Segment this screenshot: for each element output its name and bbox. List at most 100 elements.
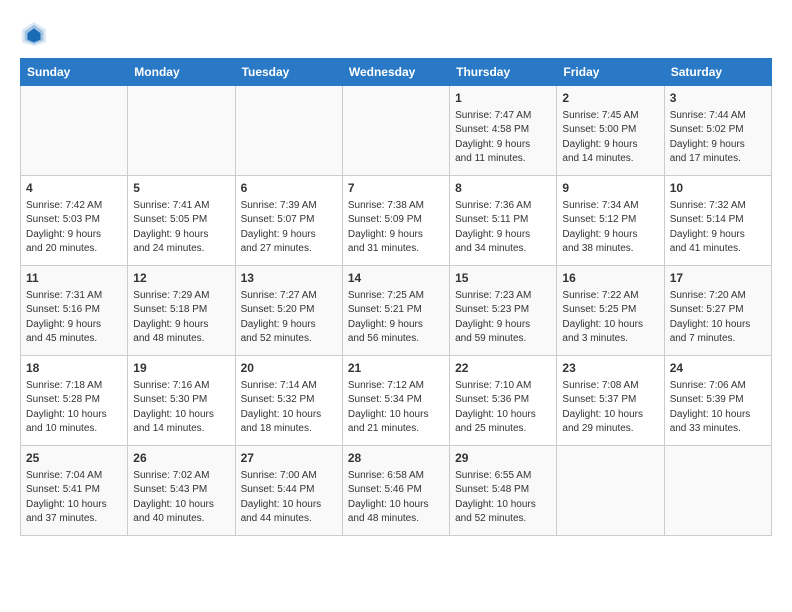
day-info: Sunrise: 7:41 AM Sunset: 5:05 PM Dayligh… <box>133 199 229 257</box>
day-number: 20 <box>241 360 337 377</box>
day-number: 9 <box>562 180 658 197</box>
day-info: Sunrise: 7:10 AM Sunset: 5:36 PM Dayligh… <box>455 379 551 437</box>
calendar-header: SundayMondayTuesdayWednesdayThursdayFrid… <box>21 59 772 86</box>
day-info: Sunrise: 7:31 AM Sunset: 5:16 PM Dayligh… <box>26 289 122 347</box>
logo <box>20 20 52 48</box>
calendar-cell: 9 Sunrise: 7:34 AM Sunset: 5:12 PM Daylig… <box>557 176 664 266</box>
calendar-cell: 23 Sunrise: 7:08 AM Sunset: 5:37 PM Dayli… <box>557 356 664 446</box>
day-number: 2 <box>562 90 658 107</box>
day-info: Sunrise: 7:27 AM Sunset: 5:20 PM Dayligh… <box>241 289 337 347</box>
calendar-cell: 12 Sunrise: 7:29 AM Sunset: 5:18 PM Dayli… <box>128 266 235 356</box>
calendar-cell: 3 Sunrise: 7:44 AM Sunset: 5:02 PM Daylig… <box>664 86 771 176</box>
day-info: Sunrise: 7:00 AM Sunset: 5:44 PM Dayligh… <box>241 469 337 527</box>
day-number: 18 <box>26 360 122 377</box>
week-row-1: 1 Sunrise: 7:47 AM Sunset: 4:58 PM Daylig… <box>21 86 772 176</box>
day-number: 29 <box>455 450 551 467</box>
day-number: 15 <box>455 270 551 287</box>
calendar-cell: 22 Sunrise: 7:10 AM Sunset: 5:36 PM Dayli… <box>450 356 557 446</box>
day-info: Sunrise: 7:25 AM Sunset: 5:21 PM Dayligh… <box>348 289 444 347</box>
day-number: 26 <box>133 450 229 467</box>
day-header-monday: Monday <box>128 59 235 86</box>
week-row-2: 4 Sunrise: 7:42 AM Sunset: 5:03 PM Daylig… <box>21 176 772 266</box>
calendar-cell: 6 Sunrise: 7:39 AM Sunset: 5:07 PM Daylig… <box>235 176 342 266</box>
day-number: 8 <box>455 180 551 197</box>
day-number: 7 <box>348 180 444 197</box>
week-row-5: 25 Sunrise: 7:04 AM Sunset: 5:41 PM Dayli… <box>21 446 772 536</box>
day-info: Sunrise: 7:29 AM Sunset: 5:18 PM Dayligh… <box>133 289 229 347</box>
day-number: 17 <box>670 270 766 287</box>
day-number: 27 <box>241 450 337 467</box>
day-number: 13 <box>241 270 337 287</box>
day-header-saturday: Saturday <box>664 59 771 86</box>
day-number: 10 <box>670 180 766 197</box>
calendar-cell: 16 Sunrise: 7:22 AM Sunset: 5:25 PM Dayli… <box>557 266 664 356</box>
day-number: 1 <box>455 90 551 107</box>
calendar-cell: 7 Sunrise: 7:38 AM Sunset: 5:09 PM Daylig… <box>342 176 449 266</box>
day-header-thursday: Thursday <box>450 59 557 86</box>
day-header-wednesday: Wednesday <box>342 59 449 86</box>
calendar-cell <box>557 446 664 536</box>
calendar-cell: 19 Sunrise: 7:16 AM Sunset: 5:30 PM Dayli… <box>128 356 235 446</box>
day-info: Sunrise: 7:39 AM Sunset: 5:07 PM Dayligh… <box>241 199 337 257</box>
calendar-cell: 11 Sunrise: 7:31 AM Sunset: 5:16 PM Dayli… <box>21 266 128 356</box>
day-info: Sunrise: 7:38 AM Sunset: 5:09 PM Dayligh… <box>348 199 444 257</box>
day-info: Sunrise: 6:55 AM Sunset: 5:48 PM Dayligh… <box>455 469 551 527</box>
day-info: Sunrise: 7:04 AM Sunset: 5:41 PM Dayligh… <box>26 469 122 527</box>
calendar-cell: 18 Sunrise: 7:18 AM Sunset: 5:28 PM Dayli… <box>21 356 128 446</box>
calendar-cell <box>21 86 128 176</box>
week-row-4: 18 Sunrise: 7:18 AM Sunset: 5:28 PM Dayli… <box>21 356 772 446</box>
day-number: 16 <box>562 270 658 287</box>
day-number: 19 <box>133 360 229 377</box>
calendar-cell: 5 Sunrise: 7:41 AM Sunset: 5:05 PM Daylig… <box>128 176 235 266</box>
day-info: Sunrise: 7:45 AM Sunset: 5:00 PM Dayligh… <box>562 109 658 167</box>
calendar-cell: 2 Sunrise: 7:45 AM Sunset: 5:00 PM Daylig… <box>557 86 664 176</box>
calendar-cell: 4 Sunrise: 7:42 AM Sunset: 5:03 PM Daylig… <box>21 176 128 266</box>
page-header <box>20 20 772 48</box>
day-info: Sunrise: 7:44 AM Sunset: 5:02 PM Dayligh… <box>670 109 766 167</box>
day-info: Sunrise: 7:18 AM Sunset: 5:28 PM Dayligh… <box>26 379 122 437</box>
day-info: Sunrise: 7:32 AM Sunset: 5:14 PM Dayligh… <box>670 199 766 257</box>
calendar-cell: 17 Sunrise: 7:20 AM Sunset: 5:27 PM Dayli… <box>664 266 771 356</box>
day-header-tuesday: Tuesday <box>235 59 342 86</box>
day-number: 11 <box>26 270 122 287</box>
day-number: 23 <box>562 360 658 377</box>
calendar-cell: 13 Sunrise: 7:27 AM Sunset: 5:20 PM Dayli… <box>235 266 342 356</box>
calendar-cell <box>235 86 342 176</box>
day-info: Sunrise: 6:58 AM Sunset: 5:46 PM Dayligh… <box>348 469 444 527</box>
day-number: 24 <box>670 360 766 377</box>
day-number: 6 <box>241 180 337 197</box>
day-number: 22 <box>455 360 551 377</box>
day-number: 28 <box>348 450 444 467</box>
day-info: Sunrise: 7:36 AM Sunset: 5:11 PM Dayligh… <box>455 199 551 257</box>
calendar-cell: 8 Sunrise: 7:36 AM Sunset: 5:11 PM Daylig… <box>450 176 557 266</box>
day-info: Sunrise: 7:02 AM Sunset: 5:43 PM Dayligh… <box>133 469 229 527</box>
day-number: 4 <box>26 180 122 197</box>
day-info: Sunrise: 7:08 AM Sunset: 5:37 PM Dayligh… <box>562 379 658 437</box>
day-number: 3 <box>670 90 766 107</box>
day-info: Sunrise: 7:34 AM Sunset: 5:12 PM Dayligh… <box>562 199 658 257</box>
week-row-3: 11 Sunrise: 7:31 AM Sunset: 5:16 PM Dayli… <box>21 266 772 356</box>
day-header-sunday: Sunday <box>21 59 128 86</box>
day-info: Sunrise: 7:42 AM Sunset: 5:03 PM Dayligh… <box>26 199 122 257</box>
day-info: Sunrise: 7:14 AM Sunset: 5:32 PM Dayligh… <box>241 379 337 437</box>
calendar-cell: 20 Sunrise: 7:14 AM Sunset: 5:32 PM Dayli… <box>235 356 342 446</box>
calendar-cell: 26 Sunrise: 7:02 AM Sunset: 5:43 PM Dayli… <box>128 446 235 536</box>
calendar-cell: 27 Sunrise: 7:00 AM Sunset: 5:44 PM Dayli… <box>235 446 342 536</box>
day-info: Sunrise: 7:23 AM Sunset: 5:23 PM Dayligh… <box>455 289 551 347</box>
calendar-cell: 28 Sunrise: 6:58 AM Sunset: 5:46 PM Dayli… <box>342 446 449 536</box>
day-info: Sunrise: 7:20 AM Sunset: 5:27 PM Dayligh… <box>670 289 766 347</box>
calendar-cell <box>664 446 771 536</box>
day-info: Sunrise: 7:16 AM Sunset: 5:30 PM Dayligh… <box>133 379 229 437</box>
day-number: 5 <box>133 180 229 197</box>
day-number: 25 <box>26 450 122 467</box>
day-number: 12 <box>133 270 229 287</box>
day-info: Sunrise: 7:22 AM Sunset: 5:25 PM Dayligh… <box>562 289 658 347</box>
days-of-week-row: SundayMondayTuesdayWednesdayThursdayFrid… <box>21 59 772 86</box>
calendar-cell: 1 Sunrise: 7:47 AM Sunset: 4:58 PM Daylig… <box>450 86 557 176</box>
calendar-body: 1 Sunrise: 7:47 AM Sunset: 4:58 PM Daylig… <box>21 86 772 536</box>
calendar-table: SundayMondayTuesdayWednesdayThursdayFrid… <box>20 58 772 536</box>
day-info: Sunrise: 7:12 AM Sunset: 5:34 PM Dayligh… <box>348 379 444 437</box>
day-info: Sunrise: 7:06 AM Sunset: 5:39 PM Dayligh… <box>670 379 766 437</box>
day-info: Sunrise: 7:47 AM Sunset: 4:58 PM Dayligh… <box>455 109 551 167</box>
calendar-cell: 14Sunrise: 7:25 AM Sunset: 5:21 PM Dayli… <box>342 266 449 356</box>
